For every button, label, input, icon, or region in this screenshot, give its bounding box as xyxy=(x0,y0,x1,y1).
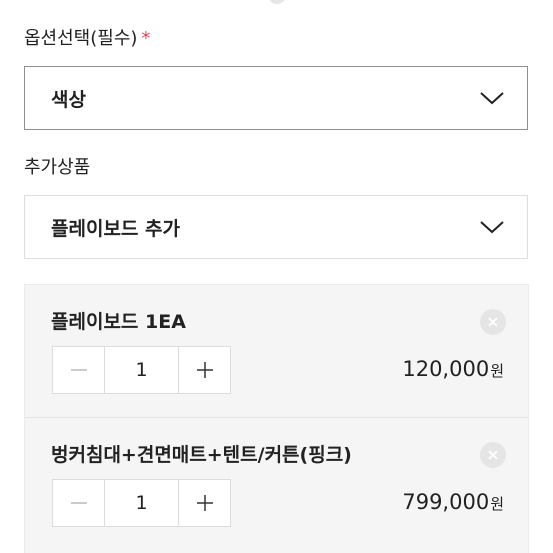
price-unit: 원 xyxy=(490,495,504,513)
addon-select[interactable]: 플레이보드 추가 xyxy=(24,195,528,259)
required-mark: * xyxy=(141,28,151,49)
options-label-text: 옵션선택(필수) xyxy=(24,28,138,49)
addon-select-value: 플레이보드 추가 xyxy=(51,217,180,240)
minus-icon xyxy=(70,502,87,504)
chevron-down-icon xyxy=(480,221,504,234)
item-price: 799,000 원 xyxy=(402,490,504,514)
color-option-value: 색상 xyxy=(51,88,86,111)
quantity-value[interactable]: 1 xyxy=(104,347,179,393)
plus-icon xyxy=(196,495,213,511)
product-option-page: 옵션선택(필수) * 색상 추가상품 플레이보드 추가 플레이보드 1EA 1 … xyxy=(0,0,553,553)
selected-items-panel: 플레이보드 1EA 1 120,000 원 벙커침대+견면매트+텐트/커튼(핑크… xyxy=(24,284,529,553)
plus-icon xyxy=(196,362,213,378)
price-amount: 120,000 xyxy=(402,357,490,381)
decrease-button[interactable] xyxy=(53,480,104,526)
addons-label: 추가상품 xyxy=(24,157,91,178)
close-icon xyxy=(488,317,498,327)
increase-button[interactable] xyxy=(179,480,230,526)
remove-item-button[interactable] xyxy=(480,309,506,335)
decrease-button[interactable] xyxy=(53,347,104,393)
item-name: 플레이보드 1EA xyxy=(51,311,186,333)
price-unit: 원 xyxy=(490,362,504,380)
price-amount: 799,000 xyxy=(402,490,490,514)
quantity-stepper: 1 xyxy=(52,346,231,394)
minus-icon xyxy=(70,369,87,371)
quantity-value[interactable]: 1 xyxy=(104,480,179,526)
item-price: 120,000 원 xyxy=(402,357,504,381)
color-option-select[interactable]: 색상 xyxy=(24,66,528,130)
indicator-dot xyxy=(268,0,286,4)
selected-item: 플레이보드 1EA 1 120,000 원 xyxy=(25,285,528,417)
increase-button[interactable] xyxy=(179,347,230,393)
selected-item: 벙커침대+견면매트+텐트/커튼(핑크) 1 799,000 원 xyxy=(25,418,528,550)
item-name: 벙커침대+견면매트+텐트/커튼(핑크) xyxy=(51,444,352,466)
quantity-stepper: 1 xyxy=(52,479,231,527)
chevron-down-icon xyxy=(480,92,504,105)
options-label: 옵션선택(필수) * xyxy=(24,24,150,50)
remove-item-button[interactable] xyxy=(480,442,506,468)
close-icon xyxy=(488,450,498,460)
